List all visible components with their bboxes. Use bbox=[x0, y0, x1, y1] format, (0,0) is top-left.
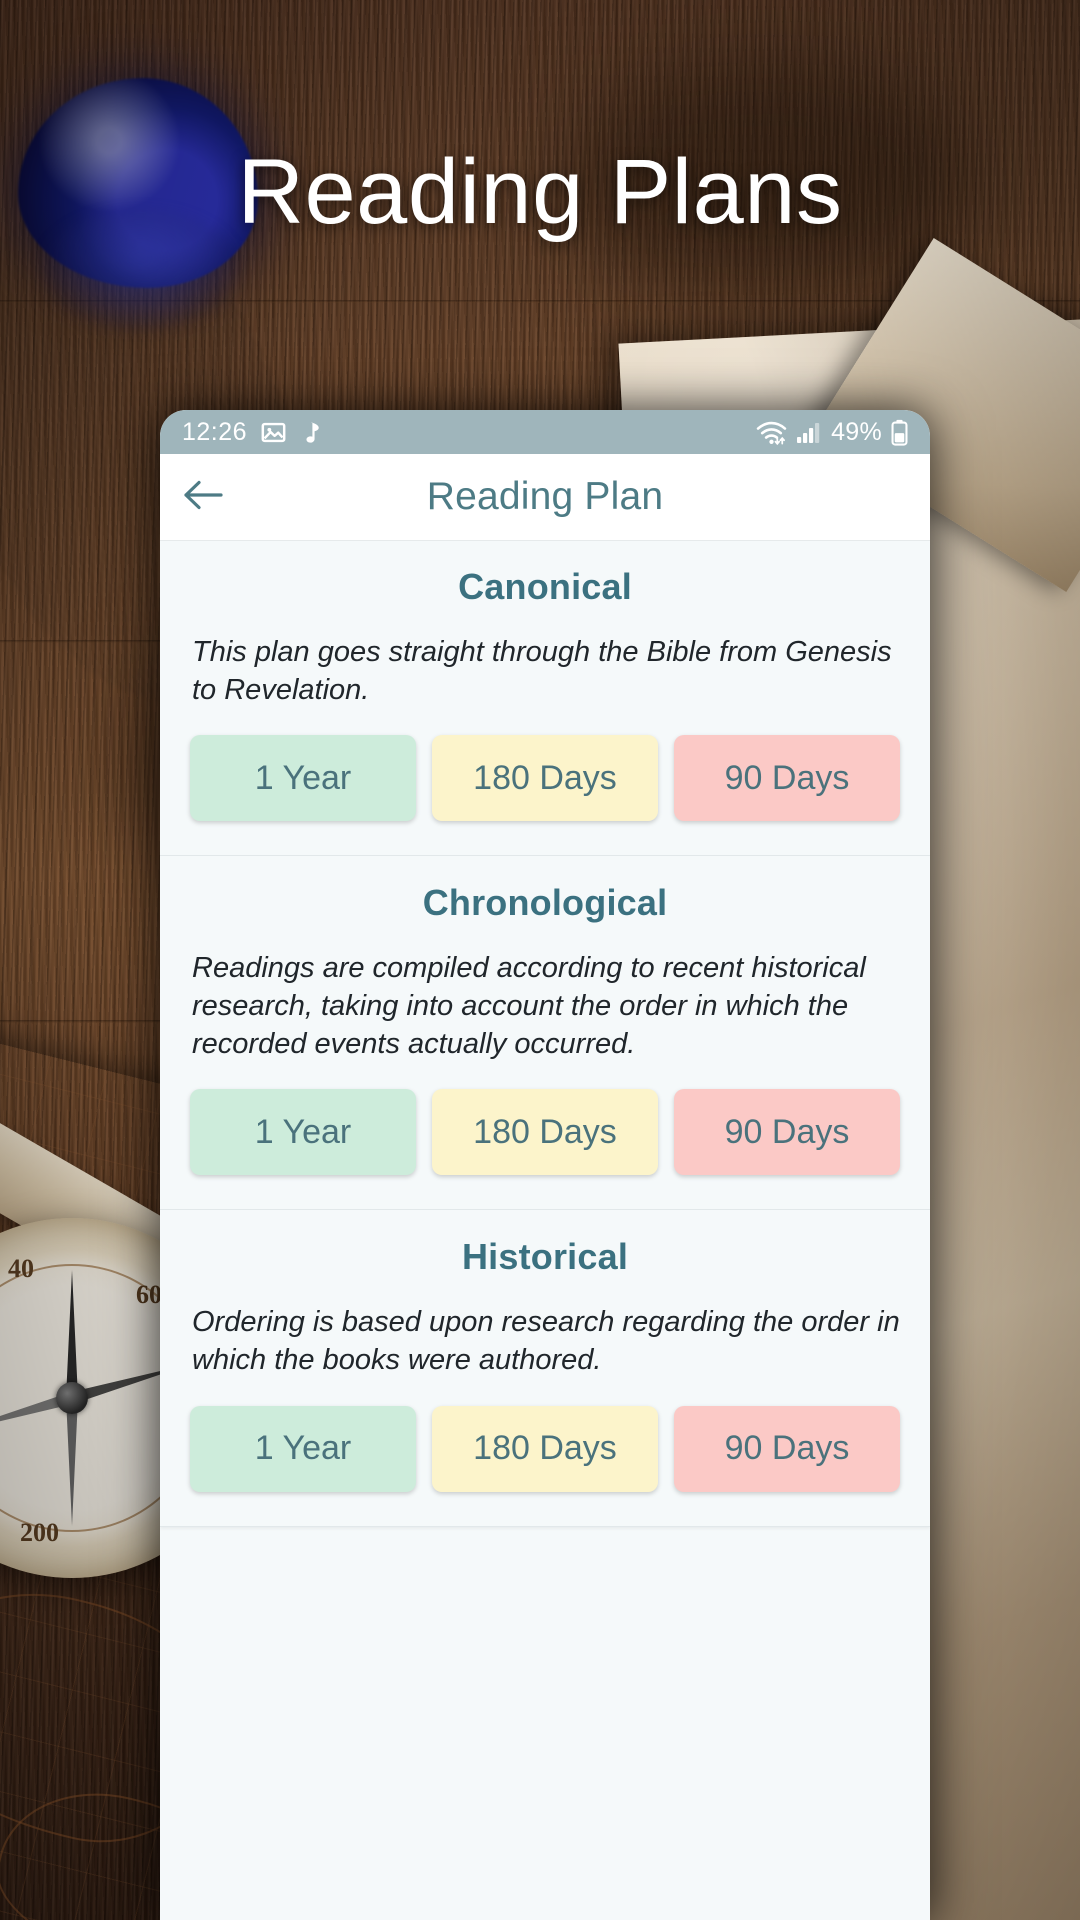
plan-description: Readings are compiled according to recen… bbox=[192, 952, 866, 1060]
plan-duration-1-year[interactable]: 1 Year bbox=[190, 1089, 416, 1176]
plan-title: Historical bbox=[461, 1236, 629, 1278]
battery-icon bbox=[891, 419, 908, 446]
plan-duration-90-days[interactable]: 90 Days bbox=[674, 1405, 900, 1492]
back-button[interactable] bbox=[160, 454, 246, 540]
plan-duration-180-days[interactable]: 180 Days bbox=[432, 1089, 658, 1176]
phone-screenshot: 12:26 49% Reading Plan Canonical This pl… bbox=[160, 410, 930, 1920]
plan-duration-90-days[interactable]: 90 Days bbox=[674, 735, 900, 822]
plans-list[interactable]: Canonical This plan goes straight throug… bbox=[160, 540, 930, 1920]
plan-duration-options: 1 Year 180 Days 90 Days bbox=[190, 735, 900, 822]
battery-percent-label: 49% bbox=[831, 417, 882, 446]
plan-duration-1-year[interactable]: 1 Year bbox=[190, 1405, 416, 1492]
plan-card-chronological: Chronological Readings are compiled acco… bbox=[160, 856, 930, 1211]
app-bar: Reading Plan bbox=[160, 454, 930, 540]
plan-card-historical: Historical Ordering is based upon resear… bbox=[160, 1210, 930, 1527]
plan-duration-1-year[interactable]: 1 Year bbox=[190, 735, 416, 822]
compass-bearing-label: 40 bbox=[8, 1254, 34, 1283]
plan-card-canonical: Canonical This plan goes straight throug… bbox=[160, 540, 930, 857]
status-clock: 12:26 bbox=[182, 417, 248, 446]
plan-title: Chronological bbox=[422, 882, 668, 924]
plan-duration-90-days[interactable]: 90 Days bbox=[674, 1089, 900, 1176]
plan-duration-180-days[interactable]: 180 Days bbox=[432, 1405, 658, 1492]
page-title: Reading Plans bbox=[237, 141, 843, 243]
plan-title: Canonical bbox=[458, 566, 632, 607]
app-bar-title: Reading Plan bbox=[426, 475, 664, 518]
status-bar: 12:26 49% bbox=[160, 410, 930, 454]
music-note-icon bbox=[300, 419, 325, 446]
plan-description: This plan goes straight through the Bibl… bbox=[192, 636, 892, 706]
status-bar-left: 12:26 bbox=[182, 418, 325, 447]
plan-duration-options: 1 Year 180 Days 90 Days bbox=[190, 1089, 900, 1176]
plan-description: Ordering is based upon research regardin… bbox=[192, 1306, 900, 1377]
compass-bearing-label: 200 bbox=[20, 1518, 59, 1547]
arrow-left-icon bbox=[181, 477, 225, 518]
compass-hub bbox=[56, 1382, 88, 1414]
cellular-signal-icon bbox=[796, 419, 822, 445]
plan-duration-180-days[interactable]: 180 Days bbox=[432, 735, 658, 822]
status-bar-right: 49% bbox=[756, 418, 908, 447]
wifi-icon bbox=[756, 419, 787, 446]
plan-duration-options: 1 Year 180 Days 90 Days bbox=[190, 1405, 900, 1492]
image-icon bbox=[260, 419, 287, 446]
compass-bearing-label: 60 bbox=[136, 1280, 162, 1309]
